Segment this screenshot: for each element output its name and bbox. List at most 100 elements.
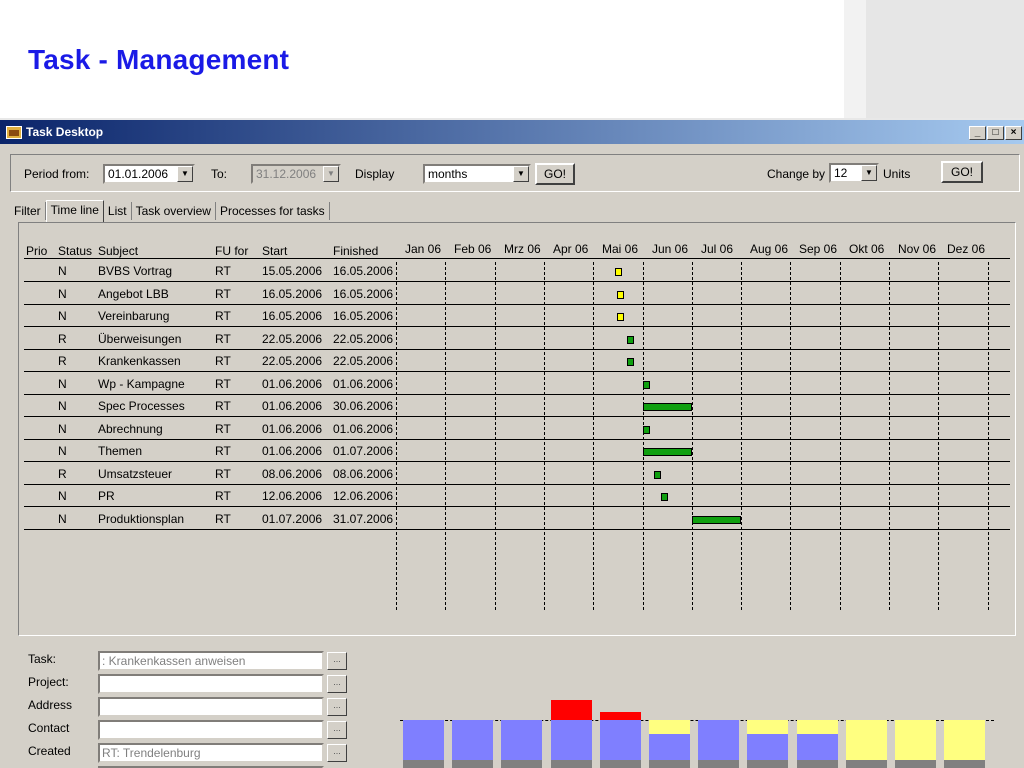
workload-bar-gray bbox=[600, 760, 641, 768]
chevron-down-icon[interactable]: ▼ bbox=[513, 166, 529, 182]
cell-subject[interactable]: Krankenkassen bbox=[98, 354, 181, 368]
month-gridline bbox=[593, 262, 594, 610]
cell-subject[interactable]: Wp - Kampagne bbox=[98, 377, 185, 391]
task-bar[interactable] bbox=[627, 336, 634, 344]
row-divider bbox=[24, 483, 1010, 485]
contact-browse-button[interactable]: ... bbox=[327, 721, 347, 739]
tab-task-overview[interactable]: Task overview bbox=[132, 202, 216, 220]
tab-list[interactable]: List bbox=[104, 202, 132, 220]
go-button[interactable]: GO! bbox=[535, 163, 575, 185]
cell-subject[interactable]: BVBS Vortrag bbox=[98, 264, 172, 278]
cell-subject[interactable]: Angebot LBB bbox=[98, 287, 169, 301]
column-header-status[interactable]: Status bbox=[58, 244, 92, 258]
units-label: Units bbox=[883, 167, 911, 181]
close-button[interactable]: × bbox=[1005, 126, 1022, 140]
chevron-down-icon[interactable]: ▼ bbox=[177, 166, 193, 182]
address-field[interactable] bbox=[98, 697, 324, 717]
task-bar[interactable] bbox=[692, 516, 741, 524]
header-divider bbox=[24, 258, 1010, 259]
cell-subject[interactable]: Vereinbarung bbox=[98, 309, 169, 323]
task-bar[interactable] bbox=[617, 313, 624, 321]
row-divider bbox=[24, 325, 1010, 327]
created-field[interactable]: RT: Trendelenburg bbox=[98, 743, 324, 763]
workload-bar-gray bbox=[846, 760, 887, 768]
task-browse-button[interactable]: ... bbox=[327, 652, 347, 670]
cell-subject[interactable]: Spec Processes bbox=[98, 399, 185, 413]
task-bar[interactable] bbox=[643, 426, 650, 434]
tab-time-line[interactable]: Time line bbox=[45, 200, 104, 222]
month-header: Mrz 06 bbox=[504, 242, 541, 256]
column-header-finished[interactable]: Finished bbox=[333, 244, 378, 258]
cell-status: N bbox=[58, 399, 67, 413]
cell-fu-for: RT bbox=[215, 467, 231, 481]
cell-subject[interactable]: Abrechnung bbox=[98, 422, 163, 436]
task-bar[interactable] bbox=[643, 403, 692, 411]
month-header: Jun 06 bbox=[652, 242, 689, 256]
chevron-down-icon[interactable]: ▼ bbox=[861, 165, 877, 181]
month-gridline bbox=[544, 262, 545, 610]
tab-processes-for-tasks[interactable]: Processes for tasks bbox=[216, 202, 330, 220]
task-bar[interactable] bbox=[654, 471, 661, 479]
contact-field[interactable] bbox=[98, 720, 324, 740]
project-browse-button[interactable]: ... bbox=[327, 675, 347, 693]
workload-bar-blue bbox=[403, 720, 444, 760]
cell-fu-for: RT bbox=[215, 399, 231, 413]
cell-subject[interactable]: Produktionsplan bbox=[98, 512, 184, 526]
window-titlebar[interactable]: Task Desktop _ □ × bbox=[0, 120, 1024, 144]
cell-status: N bbox=[58, 309, 67, 323]
month-header: Jul 06 bbox=[701, 242, 734, 256]
workload-bar-gray bbox=[698, 760, 739, 768]
workload-bar-blue bbox=[501, 720, 542, 760]
cell-finished: 08.06.2006 bbox=[333, 467, 394, 481]
cell-subject[interactable]: PR bbox=[98, 489, 115, 503]
change-by-label: Change by bbox=[767, 167, 826, 181]
maximize-button[interactable]: □ bbox=[987, 126, 1004, 140]
column-header-start[interactable]: Start bbox=[262, 244, 287, 258]
task-field[interactable]: : Krankenkassen anweisen bbox=[98, 651, 324, 671]
row-divider bbox=[24, 438, 1010, 440]
project-field[interactable] bbox=[98, 674, 324, 694]
cell-fu-for: RT bbox=[215, 332, 231, 346]
cell-finished: 16.05.2006 bbox=[333, 264, 394, 278]
cell-subject[interactable]: Themen bbox=[98, 444, 142, 458]
task-bar[interactable] bbox=[661, 493, 668, 501]
cell-finished: 30.06.2006 bbox=[333, 399, 394, 413]
workload-bar-gray bbox=[944, 760, 985, 768]
column-header-prio[interactable]: Prio bbox=[26, 244, 47, 258]
workload-bar-gray bbox=[551, 760, 592, 768]
tab-filter[interactable]: Filter bbox=[10, 202, 46, 220]
workload-bar-blue bbox=[452, 720, 493, 760]
display-value: months bbox=[428, 167, 468, 181]
task-bar[interactable] bbox=[627, 358, 634, 366]
column-header-fu-for[interactable]: FU for bbox=[215, 244, 248, 258]
workload-bar-gray bbox=[797, 760, 838, 768]
month-gridline bbox=[741, 262, 742, 610]
workload-bar-yellow bbox=[895, 720, 936, 760]
created-browse-button[interactable]: ... bbox=[327, 744, 347, 762]
address-browse-button[interactable]: ... bbox=[327, 698, 347, 716]
change-by-select[interactable]: 12 ▼ bbox=[829, 163, 879, 183]
cell-fu-for: RT bbox=[215, 377, 231, 391]
row-divider bbox=[24, 415, 1010, 417]
month-gridline bbox=[643, 262, 644, 610]
column-header-subject[interactable]: Subject bbox=[98, 244, 138, 258]
month-gridline bbox=[396, 262, 397, 610]
cell-status: N bbox=[58, 264, 67, 278]
task-bar[interactable] bbox=[643, 448, 692, 456]
timeline-panel bbox=[18, 222, 1016, 636]
cell-start: 12.06.2006 bbox=[262, 489, 323, 503]
minimize-button[interactable]: _ bbox=[969, 126, 986, 140]
row-divider bbox=[24, 528, 1010, 530]
cell-status: R bbox=[58, 332, 67, 346]
row-divider bbox=[24, 505, 1010, 507]
task-bar[interactable] bbox=[615, 268, 622, 276]
display-select[interactable]: months ▼ bbox=[423, 164, 531, 184]
task-bar[interactable] bbox=[617, 291, 624, 299]
task-bar[interactable] bbox=[643, 381, 650, 389]
workload-bar-blue bbox=[649, 734, 690, 760]
go-units-button[interactable]: GO! bbox=[941, 161, 983, 183]
month-gridline bbox=[938, 262, 939, 610]
cell-subject[interactable]: Umsatzsteuer bbox=[98, 467, 172, 481]
cell-subject[interactable]: Überweisungen bbox=[98, 332, 181, 346]
period-from-select[interactable]: 01.01.2006 ▼ bbox=[103, 164, 195, 184]
